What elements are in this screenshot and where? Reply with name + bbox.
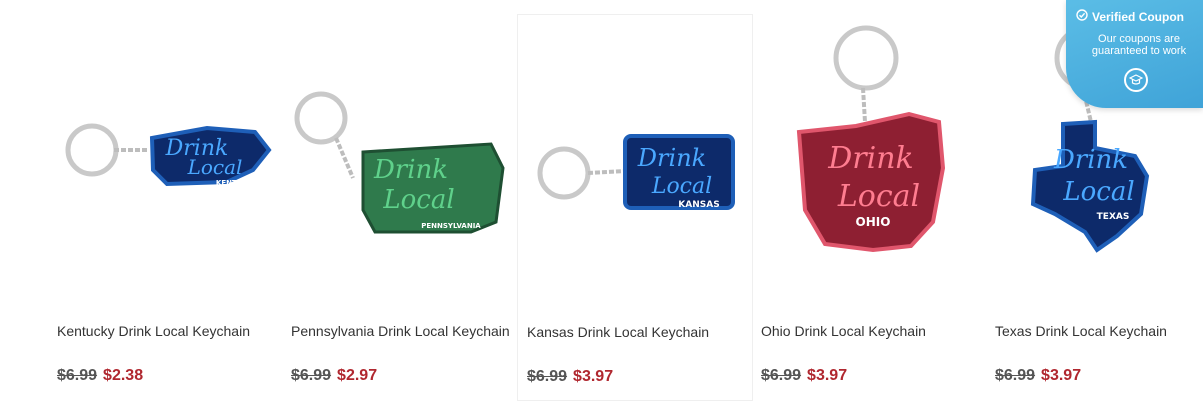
sale-price: $3.97 — [1041, 367, 1082, 384]
product-image[interactable]: Drink Local OHIO — [761, 0, 996, 300]
svg-text:Drink: Drink — [373, 155, 448, 185]
svg-text:Local: Local — [837, 179, 920, 214]
product-price: $6.99 $2.38 — [57, 367, 292, 385]
svg-text:Local: Local — [1062, 177, 1134, 207]
product-title[interactable]: Ohio Drink Local Keychain — [761, 323, 996, 339]
verified-coupon-badge[interactable]: Verified Coupon Our coupons are guarante… — [1066, 0, 1203, 108]
original-price: $6.99 — [761, 367, 802, 384]
product-price: $6.99 $2.97 — [291, 367, 526, 385]
svg-text:Local: Local — [187, 155, 243, 179]
svg-text:Drink: Drink — [637, 144, 706, 172]
coupon-subtitle: Our coupons are guaranteed to work — [1091, 33, 1187, 57]
product-title[interactable]: Kentucky Drink Local Keychain — [57, 323, 292, 339]
product-title[interactable]: Pennsylvania Drink Local Keychain — [291, 323, 526, 339]
product-image[interactable]: Drink Local PENNSYLVANIA — [291, 0, 526, 300]
product-card[interactable]: Drink Local OHIO Ohio Drink Local Keycha… — [761, 0, 996, 401]
svg-text:KANSAS: KANSAS — [678, 200, 719, 210]
coupon-header: Verified Coupon — [1076, 9, 1184, 24]
svg-text:PENNSYLVANIA: PENNSYLVANIA — [421, 222, 481, 230]
check-circle-icon — [1076, 9, 1088, 24]
svg-text:Drink: Drink — [827, 141, 914, 176]
sale-price: $2.97 — [337, 367, 378, 384]
svg-text:OHIO: OHIO — [856, 215, 891, 229]
graduation-cap-icon[interactable] — [1124, 68, 1148, 92]
product-price: $6.99 $3.97 — [527, 368, 762, 386]
original-price: $6.99 — [995, 367, 1036, 384]
svg-text:Local: Local — [651, 174, 712, 199]
product-card[interactable]: Drink Local KENTUCKY Kentucky Drink Loca… — [57, 0, 292, 401]
product-price: $6.99 $3.97 — [995, 367, 1203, 385]
original-price: $6.99 — [291, 367, 332, 384]
coupon-title: Verified Coupon — [1092, 9, 1185, 24]
svg-text:TEXAS: TEXAS — [1097, 212, 1130, 222]
svg-text:Drink: Drink — [1053, 145, 1128, 175]
product-image[interactable]: Drink Local KENTUCKY — [57, 0, 292, 300]
original-price: $6.99 — [527, 368, 568, 385]
product-card[interactable]: Drink Local PENNSYLVANIA Pennsylvania Dr… — [291, 0, 526, 401]
product-image[interactable]: Drink Local KANSAS — [527, 1, 762, 301]
sale-price: $2.38 — [103, 367, 144, 384]
product-title[interactable]: Texas Drink Local Keychain — [995, 323, 1203, 339]
svg-text:Local: Local — [382, 185, 454, 215]
product-card[interactable]: Drink Local KANSAS Kansas Drink Local Ke… — [517, 14, 753, 401]
sale-price: $3.97 — [807, 367, 848, 384]
product-grid: Drink Local KENTUCKY Kentucky Drink Loca… — [0, 0, 1203, 401]
product-title[interactable]: Kansas Drink Local Keychain — [527, 324, 762, 340]
original-price: $6.99 — [57, 367, 98, 384]
svg-text:KENTUCKY: KENTUCKY — [216, 179, 259, 187]
product-price: $6.99 $3.97 — [761, 367, 996, 385]
sale-price: $3.97 — [573, 368, 614, 385]
